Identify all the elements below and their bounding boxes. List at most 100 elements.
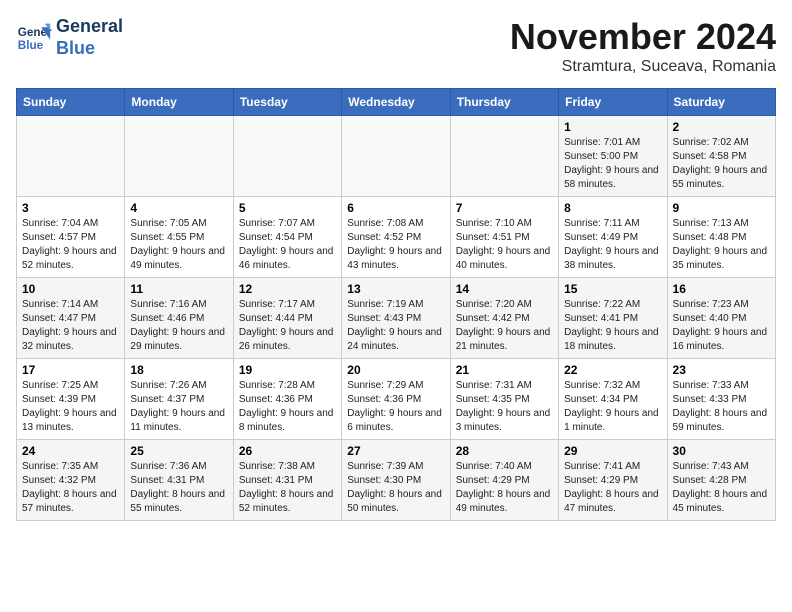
logo-icon: General Blue bbox=[16, 20, 52, 56]
calendar-cell: 5 Sunrise: 7:07 AM Sunset: 4:54 PM Daylig… bbox=[233, 197, 341, 278]
calendar-cell: 11Sunrise: 7:16 AM Sunset: 4:46 PM Dayli… bbox=[125, 278, 233, 359]
calendar-cell: 22 Sunrise: 7:32 AM Sunset: 4:34 PM Dayli… bbox=[559, 359, 667, 440]
day-info: Sunrise: 7:08 AM Sunset: 4:52 PM Dayligh… bbox=[347, 217, 444, 273]
day-number: 1 bbox=[564, 120, 661, 134]
day-number: 5 bbox=[239, 201, 336, 215]
calendar-table: SundayMondayTuesdayWednesdayThursdayFrid… bbox=[16, 88, 776, 521]
calendar-cell: 4 Sunrise: 7:05 AM Sunset: 4:55 PM Daylig… bbox=[125, 197, 233, 278]
day-number: 3 bbox=[22, 201, 119, 215]
calendar-cell: 14 Sunrise: 7:20 AM Sunset: 4:42 PM Dayli… bbox=[450, 278, 558, 359]
day-number: 21 bbox=[456, 363, 553, 377]
day-number: 12 bbox=[239, 282, 336, 296]
calendar-cell bbox=[450, 116, 558, 197]
calendar-cell: 17Sunrise: 7:25 AM Sunset: 4:39 PM Dayli… bbox=[17, 359, 125, 440]
day-info: Sunrise: 7:25 AM Sunset: 4:39 PM Dayligh… bbox=[22, 379, 119, 435]
calendar-week-row: 1 Sunrise: 7:01 AM Sunset: 5:00 PM Daylig… bbox=[17, 116, 776, 197]
day-number: 2 bbox=[673, 120, 770, 134]
day-info: Sunrise: 7:31 AM Sunset: 4:35 PM Dayligh… bbox=[456, 379, 553, 435]
calendar-cell: 15 Sunrise: 7:22 AM Sunset: 4:41 PM Dayli… bbox=[559, 278, 667, 359]
day-number: 6 bbox=[347, 201, 444, 215]
weekday-header-row: SundayMondayTuesdayWednesdayThursdayFrid… bbox=[17, 89, 776, 116]
calendar-cell bbox=[125, 116, 233, 197]
day-number: 26 bbox=[239, 444, 336, 458]
weekday-header-wednesday: Wednesday bbox=[342, 89, 450, 116]
calendar-cell: 19 Sunrise: 7:28 AM Sunset: 4:36 PM Dayli… bbox=[233, 359, 341, 440]
day-number: 15 bbox=[564, 282, 661, 296]
calendar-cell: 9Sunrise: 7:13 AM Sunset: 4:48 PM Daylig… bbox=[667, 197, 775, 278]
calendar-cell: 7Sunrise: 7:10 AM Sunset: 4:51 PM Daylig… bbox=[450, 197, 558, 278]
day-number: 25 bbox=[130, 444, 227, 458]
calendar-cell bbox=[233, 116, 341, 197]
calendar-cell: 2 Sunrise: 7:02 AM Sunset: 4:58 PM Daylig… bbox=[667, 116, 775, 197]
weekday-header-sunday: Sunday bbox=[17, 89, 125, 116]
day-number: 14 bbox=[456, 282, 553, 296]
day-number: 4 bbox=[130, 201, 227, 215]
day-number: 18 bbox=[130, 363, 227, 377]
day-info: Sunrise: 7:17 AM Sunset: 4:44 PM Dayligh… bbox=[239, 298, 336, 354]
calendar-cell: 23 Sunrise: 7:33 AM Sunset: 4:33 PM Dayli… bbox=[667, 359, 775, 440]
calendar-cell: 10 Sunrise: 7:14 AM Sunset: 4:47 PM Dayli… bbox=[17, 278, 125, 359]
day-number: 9 bbox=[673, 201, 770, 215]
weekday-header-saturday: Saturday bbox=[667, 89, 775, 116]
header: General Blue General Blue November 2024 … bbox=[16, 16, 776, 76]
title-area: November 2024 Stramtura, Suceava, Romani… bbox=[510, 16, 776, 76]
day-number: 29 bbox=[564, 444, 661, 458]
calendar-cell: 26Sunrise: 7:38 AM Sunset: 4:31 PM Dayli… bbox=[233, 440, 341, 521]
day-number: 8 bbox=[564, 201, 661, 215]
day-info: Sunrise: 7:23 AM Sunset: 4:40 PM Dayligh… bbox=[673, 298, 770, 354]
weekday-header-monday: Monday bbox=[125, 89, 233, 116]
calendar-cell: 1 Sunrise: 7:01 AM Sunset: 5:00 PM Daylig… bbox=[559, 116, 667, 197]
calendar-cell: 29 Sunrise: 7:41 AM Sunset: 4:29 PM Dayli… bbox=[559, 440, 667, 521]
day-info: Sunrise: 7:28 AM Sunset: 4:36 PM Dayligh… bbox=[239, 379, 336, 435]
day-info: Sunrise: 7:02 AM Sunset: 4:58 PM Dayligh… bbox=[673, 136, 770, 192]
calendar-cell: 20 Sunrise: 7:29 AM Sunset: 4:36 PM Dayli… bbox=[342, 359, 450, 440]
day-info: Sunrise: 7:41 AM Sunset: 4:29 PM Dayligh… bbox=[564, 460, 661, 516]
calendar-cell: 30 Sunrise: 7:43 AM Sunset: 4:28 PM Dayli… bbox=[667, 440, 775, 521]
day-info: Sunrise: 7:35 AM Sunset: 4:32 PM Dayligh… bbox=[22, 460, 119, 516]
calendar-week-row: 3 Sunrise: 7:04 AM Sunset: 4:57 PM Daylig… bbox=[17, 197, 776, 278]
day-number: 16 bbox=[673, 282, 770, 296]
day-number: 22 bbox=[564, 363, 661, 377]
month-title: November 2024 bbox=[510, 16, 776, 58]
weekday-header-tuesday: Tuesday bbox=[233, 89, 341, 116]
day-info: Sunrise: 7:01 AM Sunset: 5:00 PM Dayligh… bbox=[564, 136, 661, 192]
day-info: Sunrise: 7:10 AM Sunset: 4:51 PM Dayligh… bbox=[456, 217, 553, 273]
day-number: 28 bbox=[456, 444, 553, 458]
day-info: Sunrise: 7:22 AM Sunset: 4:41 PM Dayligh… bbox=[564, 298, 661, 354]
calendar-cell: 28Sunrise: 7:40 AM Sunset: 4:29 PM Dayli… bbox=[450, 440, 558, 521]
day-number: 30 bbox=[673, 444, 770, 458]
day-info: Sunrise: 7:36 AM Sunset: 4:31 PM Dayligh… bbox=[130, 460, 227, 516]
svg-text:Blue: Blue bbox=[18, 38, 44, 51]
calendar-cell: 13Sunrise: 7:19 AM Sunset: 4:43 PM Dayli… bbox=[342, 278, 450, 359]
day-info: Sunrise: 7:32 AM Sunset: 4:34 PM Dayligh… bbox=[564, 379, 661, 435]
day-info: Sunrise: 7:33 AM Sunset: 4:33 PM Dayligh… bbox=[673, 379, 770, 435]
calendar-week-row: 17Sunrise: 7:25 AM Sunset: 4:39 PM Dayli… bbox=[17, 359, 776, 440]
calendar-cell: 24 Sunrise: 7:35 AM Sunset: 4:32 PM Dayli… bbox=[17, 440, 125, 521]
day-number: 19 bbox=[239, 363, 336, 377]
calendar-cell bbox=[342, 116, 450, 197]
calendar-cell: 18 Sunrise: 7:26 AM Sunset: 4:37 PM Dayli… bbox=[125, 359, 233, 440]
day-info: Sunrise: 7:26 AM Sunset: 4:37 PM Dayligh… bbox=[130, 379, 227, 435]
calendar-cell: 3 Sunrise: 7:04 AM Sunset: 4:57 PM Daylig… bbox=[17, 197, 125, 278]
calendar-cell: 21 Sunrise: 7:31 AM Sunset: 4:35 PM Dayli… bbox=[450, 359, 558, 440]
day-info: Sunrise: 7:07 AM Sunset: 4:54 PM Dayligh… bbox=[239, 217, 336, 273]
calendar-week-row: 24 Sunrise: 7:35 AM Sunset: 4:32 PM Dayli… bbox=[17, 440, 776, 521]
day-info: Sunrise: 7:29 AM Sunset: 4:36 PM Dayligh… bbox=[347, 379, 444, 435]
day-number: 24 bbox=[22, 444, 119, 458]
calendar-cell: 16 Sunrise: 7:23 AM Sunset: 4:40 PM Dayli… bbox=[667, 278, 775, 359]
calendar-cell: 27Sunrise: 7:39 AM Sunset: 4:30 PM Dayli… bbox=[342, 440, 450, 521]
day-info: Sunrise: 7:20 AM Sunset: 4:42 PM Dayligh… bbox=[456, 298, 553, 354]
day-info: Sunrise: 7:11 AM Sunset: 4:49 PM Dayligh… bbox=[564, 217, 661, 273]
day-info: Sunrise: 7:14 AM Sunset: 4:47 PM Dayligh… bbox=[22, 298, 119, 354]
logo-text-general: General bbox=[56, 16, 123, 38]
calendar-cell bbox=[17, 116, 125, 197]
day-number: 23 bbox=[673, 363, 770, 377]
day-info: Sunrise: 7:05 AM Sunset: 4:55 PM Dayligh… bbox=[130, 217, 227, 273]
day-info: Sunrise: 7:43 AM Sunset: 4:28 PM Dayligh… bbox=[673, 460, 770, 516]
day-number: 20 bbox=[347, 363, 444, 377]
day-info: Sunrise: 7:16 AM Sunset: 4:46 PM Dayligh… bbox=[130, 298, 227, 354]
weekday-header-thursday: Thursday bbox=[450, 89, 558, 116]
day-number: 10 bbox=[22, 282, 119, 296]
weekday-header-friday: Friday bbox=[559, 89, 667, 116]
day-info: Sunrise: 7:04 AM Sunset: 4:57 PM Dayligh… bbox=[22, 217, 119, 273]
